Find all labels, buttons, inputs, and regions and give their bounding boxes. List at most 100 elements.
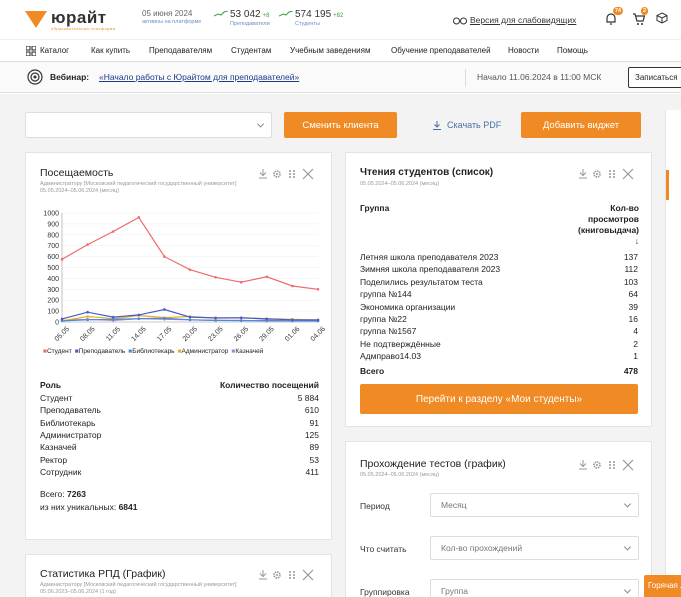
gear-icon[interactable] — [592, 168, 602, 180]
attendance-row: Студент 5 884 — [40, 393, 319, 403]
chevron-down-icon — [623, 500, 632, 508]
gear-icon[interactable] — [272, 569, 282, 581]
teachers-delta: +8 — [262, 13, 270, 19]
views-count: 2 — [633, 338, 638, 349]
webinar-label: Вебинар: — [50, 72, 90, 82]
group-name: Поделились результатом теста — [360, 276, 483, 287]
role-name: Преподаватель — [40, 405, 101, 416]
students-total-label: Всего — [360, 366, 385, 376]
nav-catalog[interactable]: Каталог — [40, 46, 69, 55]
drag-handle-icon[interactable] — [287, 168, 297, 180]
legend-item[interactable]: ■Казначей — [231, 348, 263, 355]
register-button[interactable]: Записаться — [628, 67, 681, 88]
data-point — [60, 258, 64, 261]
group-name: Не подтверждённые — [360, 338, 441, 349]
attendance-row: Ректор 53 — [40, 455, 319, 465]
students-delta: +82 — [333, 13, 344, 19]
rpd-widget: Статистика РПД (График) Администратору [… — [25, 554, 332, 597]
trend-up-icon — [279, 11, 293, 17]
attendance-widget: Посещаемость Администратору [Московский … — [25, 152, 332, 540]
top-bar: юрайт образовательная платформа 05 июня … — [0, 0, 681, 40]
nav-help[interactable]: Помощь — [557, 46, 588, 55]
group-name: группа №144 — [360, 289, 412, 300]
visits-count: 125 — [304, 429, 319, 440]
download-icon[interactable] — [258, 168, 268, 180]
download-icon[interactable] — [258, 569, 268, 581]
nav-news[interactable]: Новости — [508, 46, 539, 55]
client-select[interactable] — [25, 112, 272, 138]
close-icon[interactable] — [622, 168, 634, 180]
goto-my-students-button[interactable]: Перейти к разделу «Мои студенты» — [360, 384, 638, 414]
notifications-button[interactable]: 74 — [604, 7, 624, 28]
accessibility-link[interactable]: Версия для слабовидящих — [453, 15, 576, 25]
gear-icon[interactable] — [272, 168, 282, 180]
x-tick-label: 01.06 — [284, 326, 301, 343]
x-tick-label: 05.05 — [54, 326, 71, 343]
hotline-button[interactable]: Горячая линия — [644, 575, 681, 597]
grouping-select[interactable]: Группа — [430, 579, 639, 597]
close-icon[interactable] — [302, 569, 314, 581]
y-tick-label: 800 — [47, 232, 59, 239]
visits-count: 411 — [305, 466, 319, 477]
views-count: 39 — [628, 301, 638, 312]
close-icon[interactable] — [302, 168, 314, 180]
webinar-link[interactable]: «Начало работы с Юрайтом для преподавате… — [99, 72, 299, 82]
drag-handle-icon[interactable] — [607, 459, 617, 471]
views-column-header[interactable]: Кол-во просмотров (книговыдача) ↓ — [578, 203, 639, 247]
data-point — [291, 284, 294, 288]
download-icon[interactable] — [578, 168, 588, 180]
legend-item[interactable]: ■Администратор — [178, 348, 229, 355]
y-tick-label: 100 — [47, 309, 59, 316]
date-caption: активны на платформе — [142, 19, 202, 25]
data-point — [265, 275, 269, 279]
nav-how-to-buy[interactable]: Как купить — [91, 46, 130, 55]
period-select[interactable]: Месяц — [430, 493, 639, 517]
group-column-header: Группа — [360, 203, 390, 213]
cart-badge: 2 — [641, 7, 649, 15]
close-icon[interactable] — [622, 459, 634, 471]
period-label: Период — [360, 501, 390, 511]
count-value: Кол-во прохождений — [441, 543, 523, 553]
drag-handle-icon[interactable] — [607, 168, 617, 180]
nav-teachers[interactable]: Преподавателям — [149, 46, 212, 55]
data-point — [60, 317, 64, 321]
students-label: Студенты — [295, 21, 320, 27]
logo-mark-icon — [25, 11, 47, 28]
cart-button[interactable]: 2 — [632, 7, 649, 28]
rpd-title: Статистика РПД (График) — [40, 568, 166, 580]
legend-item[interactable]: ■Преподаватель — [75, 348, 126, 355]
y-tick-label: 0 — [55, 320, 59, 327]
attendance-row: Библиотекарь 91 — [40, 418, 319, 428]
grouping-label: Группировка — [360, 587, 410, 597]
trend-up-icon — [214, 11, 228, 17]
count-select[interactable]: Кол-во прохождений — [430, 536, 639, 560]
data-point — [214, 276, 217, 279]
add-widget-button[interactable]: Добавить виджет — [521, 112, 641, 138]
rpd-subtitle: Администратору [Московский педагогически… — [40, 582, 237, 588]
legend-item[interactable]: ■Библиотекарь — [128, 348, 174, 355]
data-point — [214, 319, 217, 322]
download-icon[interactable] — [578, 459, 588, 471]
students-row: Экономика организации 39 — [360, 302, 638, 312]
logo[interactable]: юрайт образовательная платформа — [25, 8, 133, 33]
nav-students[interactable]: Студентам — [231, 46, 271, 55]
widget-toolbar — [258, 168, 314, 180]
visits-count: 89 — [309, 442, 319, 453]
cabinet-button[interactable] — [656, 12, 672, 28]
widget-toolbar — [578, 168, 634, 180]
gear-icon[interactable] — [592, 459, 602, 471]
nav-teacher-training[interactable]: Обучение преподавателей — [391, 46, 491, 55]
legend-item[interactable]: ■Студент — [43, 348, 72, 355]
download-icon — [433, 121, 441, 131]
teachers-stat: 53 042 +8 Преподаватели — [214, 9, 270, 27]
rpd-period: 05.06.2023–05.06.2024 (1 год) — [40, 589, 116, 595]
nav-institutions[interactable]: Учебным заведениям — [290, 46, 370, 55]
widget-toolbar — [578, 459, 634, 471]
drag-handle-icon[interactable] — [287, 569, 297, 581]
group-name: Зимняя школа преподавателя 2023 — [360, 264, 501, 275]
change-client-button[interactable]: Сменить клиента — [284, 112, 397, 138]
students-row: Адмправо14.03 1 — [360, 351, 638, 361]
download-pdf-button[interactable]: Скачать PDF — [433, 120, 501, 131]
data-point — [239, 316, 243, 320]
x-tick-label: 26.05 — [233, 326, 250, 343]
